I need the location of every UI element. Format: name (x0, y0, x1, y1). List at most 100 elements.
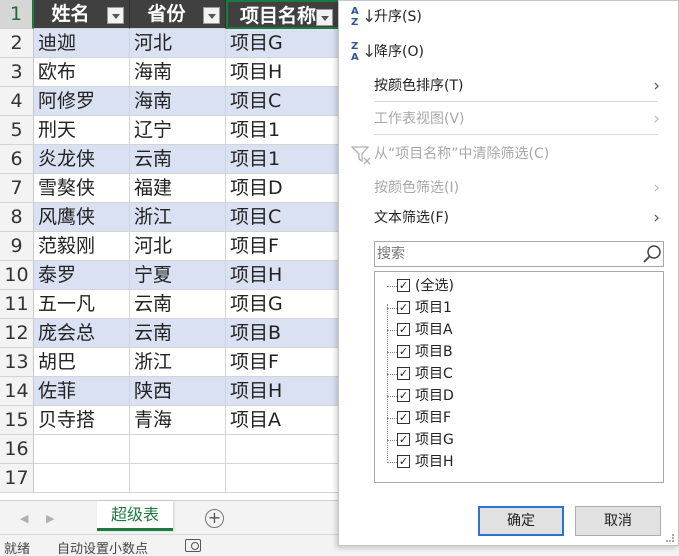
filter-value-item[interactable]: ✓ 项目F (375, 407, 663, 429)
cell-province[interactable]: 海南 (130, 87, 226, 116)
cell-province[interactable]: 云南 (130, 145, 226, 174)
row-header[interactable]: 8 (0, 203, 34, 232)
row-header[interactable]: 3 (0, 58, 34, 87)
next-sheet-icon[interactable]: ▶ (46, 512, 54, 525)
header-cell-name[interactable]: 姓名 (34, 0, 130, 29)
macro-record-icon[interactable] (185, 539, 201, 552)
row-header[interactable]: 12 (0, 319, 34, 348)
resize-grip-icon[interactable] (666, 534, 674, 542)
row-header[interactable]: 16 (0, 435, 34, 464)
checkbox[interactable]: ✓ (397, 279, 410, 292)
header-cell-province[interactable]: 省份 (130, 0, 226, 29)
checkbox[interactable]: ✓ (397, 433, 410, 446)
filter-value-item[interactable]: ✓ 项目D (375, 385, 663, 407)
row-header[interactable]: 10 (0, 261, 34, 290)
sort-ascending-item[interactable]: A Z ↓ 升序(S) (339, 2, 678, 32)
sheet-tab[interactable]: 超级表 (97, 501, 173, 531)
cell-province[interactable] (130, 464, 226, 493)
cell-name[interactable]: 佐菲 (34, 377, 130, 406)
row-header[interactable]: 1 (0, 0, 34, 29)
cell-name[interactable]: 泰罗 (34, 261, 130, 290)
cell-name[interactable]: 刑天 (34, 116, 130, 145)
cell-province[interactable]: 福建 (130, 174, 226, 203)
cell-name[interactable]: 迪迦 (34, 29, 130, 58)
filter-value-item[interactable]: ✓ 项目B (375, 341, 663, 363)
cell-project[interactable]: 项目1 (226, 116, 340, 145)
checkbox[interactable]: ✓ (397, 301, 410, 314)
checkbox[interactable]: ✓ (397, 323, 410, 336)
filter-value-item[interactable]: ✓ 项目C (375, 363, 663, 385)
text-filter-item[interactable]: 文本筛选(F) › (339, 203, 678, 233)
ok-button[interactable]: 确定 (478, 506, 564, 536)
filter-dropdown-button[interactable] (316, 9, 333, 26)
row-header[interactable]: 5 (0, 116, 34, 145)
row-header[interactable]: 17 (0, 464, 34, 493)
filter-dropdown-button[interactable] (203, 7, 220, 24)
cell-province[interactable] (130, 435, 226, 464)
row-header[interactable]: 15 (0, 406, 34, 435)
row-header[interactable]: 14 (0, 377, 34, 406)
cell-project[interactable] (226, 464, 340, 493)
cell-name[interactable] (34, 435, 130, 464)
checkbox[interactable]: ✓ (397, 389, 410, 402)
add-sheet-icon[interactable]: + (205, 509, 224, 528)
cell-project[interactable]: 项目G (226, 290, 340, 319)
sort-descending-item[interactable]: Z A ↓ 降序(O) (339, 37, 678, 67)
cell-project[interactable]: 项目G (226, 29, 340, 58)
cell-project[interactable]: 项目F (226, 348, 340, 377)
cell-province[interactable]: 陕西 (130, 377, 226, 406)
cell-project[interactable]: 项目C (226, 203, 340, 232)
filter-value-item[interactable]: ✓ 项目H (375, 451, 663, 473)
checkbox[interactable]: ✓ (397, 345, 410, 358)
cell-province[interactable]: 浙江 (130, 348, 226, 377)
cell-name[interactable]: 雪獒侠 (34, 174, 130, 203)
filter-value-item[interactable]: ✓ (全选) (375, 275, 663, 297)
cell-project[interactable] (226, 435, 340, 464)
cell-project[interactable]: 项目C (226, 87, 340, 116)
cell-name[interactable]: 五一凡 (34, 290, 130, 319)
cell-project[interactable]: 项目H (226, 58, 340, 87)
row-header[interactable]: 4 (0, 87, 34, 116)
cell-name[interactable]: 风鹰侠 (34, 203, 130, 232)
status-auto-decimal[interactable]: 自动设置小数点 (57, 538, 148, 556)
cell-project[interactable]: 项目F (226, 232, 340, 261)
cell-name[interactable]: 欧布 (34, 58, 130, 87)
cell-province[interactable]: 浙江 (130, 203, 226, 232)
cell-name[interactable]: 范毅刚 (34, 232, 130, 261)
cell-province[interactable]: 海南 (130, 58, 226, 87)
cell-name[interactable]: 胡巴 (34, 348, 130, 377)
cell-project[interactable]: 项目B (226, 319, 340, 348)
filter-value-item[interactable]: ✓ 项目G (375, 429, 663, 451)
cell-province[interactable]: 河北 (130, 29, 226, 58)
cell-name[interactable]: 阿修罗 (34, 87, 130, 116)
cell-name[interactable]: 贝寺搭 (34, 406, 130, 435)
search-input[interactable] (374, 241, 664, 267)
cell-name[interactable] (34, 464, 130, 493)
cell-province[interactable]: 青海 (130, 406, 226, 435)
search-icon[interactable] (642, 244, 662, 264)
cell-project[interactable]: 项目A (226, 406, 340, 435)
cell-name[interactable]: 庞会总 (34, 319, 130, 348)
filter-value-item[interactable]: ✓ 项目A (375, 319, 663, 341)
sort-by-color-item[interactable]: 按颜色排序(T) › (339, 71, 678, 101)
cell-province[interactable]: 河北 (130, 232, 226, 261)
checkbox[interactable]: ✓ (397, 455, 410, 468)
checkbox[interactable]: ✓ (397, 411, 410, 424)
cell-project[interactable]: 项目H (226, 261, 340, 290)
row-header[interactable]: 13 (0, 348, 34, 377)
row-header[interactable]: 11 (0, 290, 34, 319)
row-header[interactable]: 9 (0, 232, 34, 261)
row-header[interactable]: 2 (0, 29, 34, 58)
prev-sheet-icon[interactable]: ◀ (20, 512, 28, 525)
cancel-button[interactable]: 取消 (575, 506, 661, 536)
filter-dropdown-button[interactable] (107, 7, 124, 24)
header-cell-project[interactable]: 项目名称 (226, 0, 340, 29)
cell-project[interactable]: 项目D (226, 174, 340, 203)
row-header[interactable]: 7 (0, 174, 34, 203)
cell-province[interactable]: 云南 (130, 290, 226, 319)
cell-province[interactable]: 云南 (130, 319, 226, 348)
cell-project[interactable]: 项目1 (226, 145, 340, 174)
cell-province[interactable]: 宁夏 (130, 261, 226, 290)
filter-value-item[interactable]: ✓ 项目1 (375, 297, 663, 319)
row-header[interactable]: 6 (0, 145, 34, 174)
